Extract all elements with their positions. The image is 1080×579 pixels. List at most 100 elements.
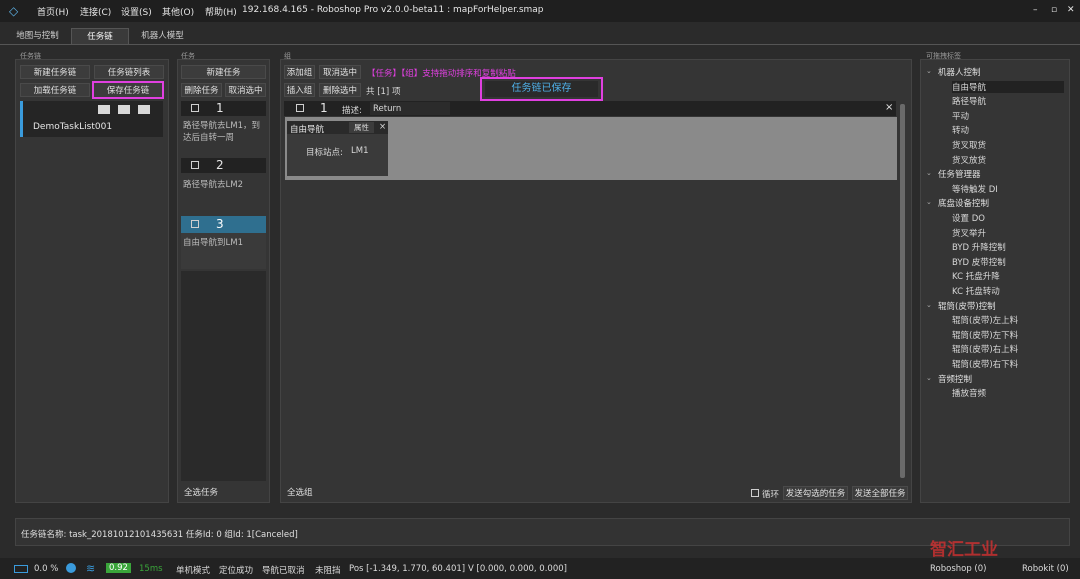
tag-group[interactable]: 机器人控制 (938, 66, 981, 78)
chevron-down-icon[interactable]: ⌄ (926, 169, 932, 177)
task-checkbox[interactable] (191, 104, 199, 112)
task-item-header-selected[interactable]: 3 (181, 216, 266, 233)
task-card-close-icon[interactable]: × (379, 122, 386, 132)
task-item-header[interactable]: 1 (181, 101, 266, 116)
tag-item[interactable]: KC 托盘升降 (952, 270, 1000, 282)
watermark-logo: 智汇工业 (930, 540, 998, 560)
tag-item[interactable]: KC 托盘转动 (952, 285, 1000, 297)
send-all-tasks-button[interactable]: 发送全部任务 (852, 486, 908, 500)
chevron-down-icon[interactable]: ⌄ (926, 198, 932, 206)
task-list-empty-area (181, 271, 266, 481)
tag-item[interactable]: 辊筒(皮带)右上料 (952, 343, 1018, 355)
taskchain-list-item[interactable]: DemoTaskList001 (20, 101, 163, 137)
battery-icon (14, 565, 28, 573)
load-taskchain-button[interactable]: 加载任务链 (20, 83, 90, 97)
tag-item[interactable]: BYD 升降控制 (952, 241, 1006, 253)
task-checkbox[interactable] (191, 161, 199, 169)
nav-status: 导航已取消 (262, 566, 305, 576)
tag-group[interactable]: 任务管理器 (938, 168, 981, 180)
emergency-icon (66, 563, 76, 573)
chevron-down-icon[interactable]: ⌄ (926, 301, 932, 309)
group-desc-label: 描述: (342, 106, 362, 116)
menu-help[interactable]: 帮助(H) (205, 5, 237, 18)
menu-other[interactable]: 其他(O) (162, 5, 194, 18)
task-card-props-button[interactable]: 属性 (349, 122, 374, 133)
lock-icon[interactable] (98, 105, 110, 114)
tag-group[interactable]: 辊筒(皮带)控制 (938, 300, 996, 312)
tag-item[interactable]: 货叉举升 (952, 227, 986, 239)
target-station-value: LM1 (351, 146, 369, 156)
task-description: 路径导航去LM2 (183, 180, 243, 190)
task-item-header[interactable]: 2 (181, 158, 266, 173)
new-task-button[interactable]: 新建任务 (181, 65, 266, 79)
tag-item[interactable]: 辊筒(皮带)右下料 (952, 358, 1018, 370)
tab-task-chain[interactable]: 任务链 (71, 28, 129, 44)
cancel-select-group-button[interactable]: 取消选中 (319, 65, 361, 79)
loop-label: 循环 (762, 490, 780, 500)
tag-item[interactable]: 辊筒(皮带)左上料 (952, 314, 1018, 326)
task-item-body-selected[interactable]: 自由导航到LM1 (181, 233, 266, 269)
save-taskchain-button[interactable]: 保存任务链 (92, 81, 164, 99)
tag-item[interactable]: 辊筒(皮带)左下料 (952, 329, 1018, 341)
maximize-button[interactable]: ▫ (1051, 5, 1057, 15)
trash-icon[interactable] (138, 105, 150, 114)
minimize-button[interactable]: – (1033, 5, 1038, 15)
delete-selected-button[interactable]: 删除选中 (319, 83, 361, 97)
position-readout: Pos [-1.349, 1.770, 60.401] (349, 564, 466, 574)
groups-scrollbar[interactable] (900, 104, 905, 478)
group-checkbox[interactable] (296, 104, 304, 112)
roboshop-indicator: Roboshop (0) (930, 564, 987, 574)
delete-task-button[interactable]: 删除任务 (181, 83, 222, 97)
latency-value: 15ms (139, 564, 163, 574)
tab-map-control[interactable]: 地图与控制 (10, 28, 65, 44)
loop-checkbox[interactable] (751, 489, 759, 497)
tag-item[interactable]: BYD 皮带控制 (952, 256, 1006, 268)
saved-notice: 任务链已保存 (485, 81, 598, 97)
tag-group[interactable]: 底盘设备控制 (938, 197, 989, 209)
tag-group[interactable]: 音频控制 (938, 373, 972, 385)
signal-value: 0.92 (106, 563, 131, 573)
task-description: 自由导航到LM1 (183, 238, 243, 248)
add-group-button[interactable]: 添加组 (284, 65, 315, 79)
tag-item[interactable]: 货叉放货 (952, 154, 986, 166)
chevron-down-icon[interactable]: ⌄ (926, 374, 932, 382)
menu-home[interactable]: 首页(H) (37, 5, 69, 18)
app-logo-icon: ◇ (9, 4, 19, 18)
close-button[interactable]: ✕ (1067, 5, 1075, 15)
select-all-groups-button[interactable]: 全选组 (284, 486, 324, 500)
locate-status: 定位成功 (219, 566, 254, 576)
tag-item[interactable]: 等待触发 DI (952, 183, 998, 195)
task-number: 2 (216, 158, 224, 172)
title-bar: ◇ 首页(H) 连接(C) 设置(S) 其他(O) 帮助(H) 192.168.… (0, 0, 1080, 22)
folder-icon[interactable] (118, 105, 130, 114)
new-taskchain-button[interactable]: 新建任务链 (20, 65, 90, 79)
group-desc-input[interactable]: Return (370, 102, 450, 115)
robokit-indicator: Robokit (0) (1022, 564, 1069, 574)
menu-connect[interactable]: 连接(C) (80, 5, 111, 18)
task-card[interactable]: 自由导航 属性 × 目标站点: LM1 (287, 121, 388, 176)
taskchain-list-button[interactable]: 任务链列表 (94, 65, 164, 79)
chevron-down-icon[interactable]: ⌄ (926, 67, 932, 75)
task-number: 1 (216, 101, 224, 115)
tab-divider (0, 44, 1080, 45)
menu-settings[interactable]: 设置(S) (121, 5, 152, 18)
cancel-select-task-button[interactable]: 取消选中 (225, 83, 266, 97)
tag-item[interactable]: 转动 (952, 124, 969, 136)
tag-item[interactable]: 平动 (952, 110, 969, 122)
tag-item[interactable]: 播放音频 (952, 387, 986, 399)
task-checkbox[interactable] (191, 220, 199, 228)
tag-item[interactable]: 路径导航 (952, 95, 986, 107)
tab-robot-model[interactable]: 机器人模型 (135, 28, 190, 44)
send-checked-tasks-button[interactable]: 发送勾选的任务 (783, 486, 848, 500)
task-description: 路径导航去LM1，到达后自转一周 (183, 121, 260, 143)
group-count: 共 [1] 项 (366, 87, 401, 97)
wifi-icon: ≋ (86, 562, 96, 575)
insert-group-button[interactable]: 插入组 (284, 83, 315, 97)
tag-item[interactable]: 自由导航 (952, 80, 1064, 93)
group-header[interactable]: 1 描述: Return × (284, 101, 896, 116)
tag-item[interactable]: 设置 DO (952, 212, 985, 224)
window-title: 192.168.4.165 - Roboshop Pro v2.0.0-beta… (242, 5, 544, 15)
group-close-icon[interactable]: × (885, 102, 893, 113)
tag-item[interactable]: 货叉取货 (952, 139, 986, 151)
select-all-tasks-button[interactable]: 全选任务 (181, 486, 266, 500)
